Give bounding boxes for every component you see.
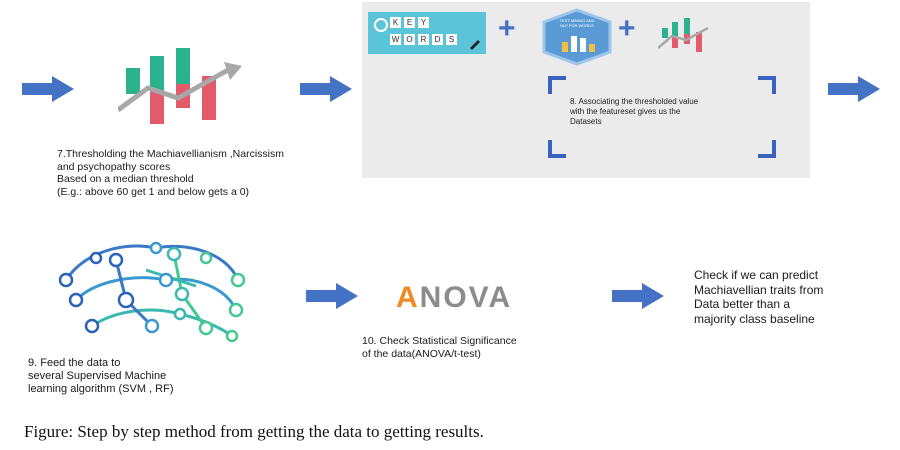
thresholding-chart-icon	[118, 48, 242, 124]
keyword-tile: E	[404, 17, 415, 28]
flow-arrow-1	[22, 76, 74, 102]
flow-arrow-4	[306, 283, 358, 309]
keyword-tile: S	[446, 34, 457, 45]
keyword-tile-row-1: K E Y	[390, 17, 429, 28]
threshold-chart-small-icon	[658, 18, 709, 52]
keyword-tile: R	[418, 34, 429, 45]
plus-operator-1: +	[498, 12, 516, 45]
anova-logo: ANOVA	[396, 281, 512, 315]
keyword-tile: Y	[418, 17, 429, 28]
step9-description: 9. Feed the data to several Supervised M…	[28, 357, 174, 395]
frame-corner-top-left	[548, 76, 566, 94]
keyword-tile: K	[390, 17, 401, 28]
flow-arrow-2	[300, 76, 352, 102]
step8-description: 8. Associating the thresholded value wit…	[570, 97, 699, 126]
neural-network-brain-icon	[58, 241, 246, 343]
anova-logo-rest: NOVA	[419, 281, 513, 314]
keyword-tile-row-2: W O R D S	[390, 34, 457, 45]
anova-logo-first-letter: A	[396, 281, 420, 314]
frame-corner-bottom-right	[758, 140, 776, 158]
keywords-image: K E Y W O R D S	[368, 12, 486, 54]
keyword-tile: W	[390, 34, 401, 45]
magnifier-icon	[374, 18, 388, 32]
keyword-tile: D	[432, 34, 443, 45]
text-mining-badge-icon	[542, 8, 612, 66]
frame-corner-top-right	[758, 76, 776, 94]
dataset-panel: K E Y W O R D S + TEXT MINING AND NLP FO…	[362, 2, 810, 178]
pencil-icon	[470, 40, 480, 50]
plus-operator-2: +	[618, 12, 636, 45]
flow-arrow-3	[828, 76, 880, 102]
keyword-tile: O	[404, 34, 415, 45]
final-goal-description: Check if we can predict Machiavellian tr…	[694, 268, 824, 326]
frame-corner-bottom-left	[548, 140, 566, 158]
badge-label: TEXT MINING AND NLP FOR WORDS	[559, 18, 595, 28]
step7-description: 7.Thresholding the Machiavellianism ,Nar…	[57, 148, 285, 198]
step10-description: 10. Check Statistical Significance of th…	[362, 335, 517, 360]
flow-arrow-5	[612, 283, 664, 309]
figure-caption: Figure: Step by step method from getting…	[24, 422, 484, 441]
